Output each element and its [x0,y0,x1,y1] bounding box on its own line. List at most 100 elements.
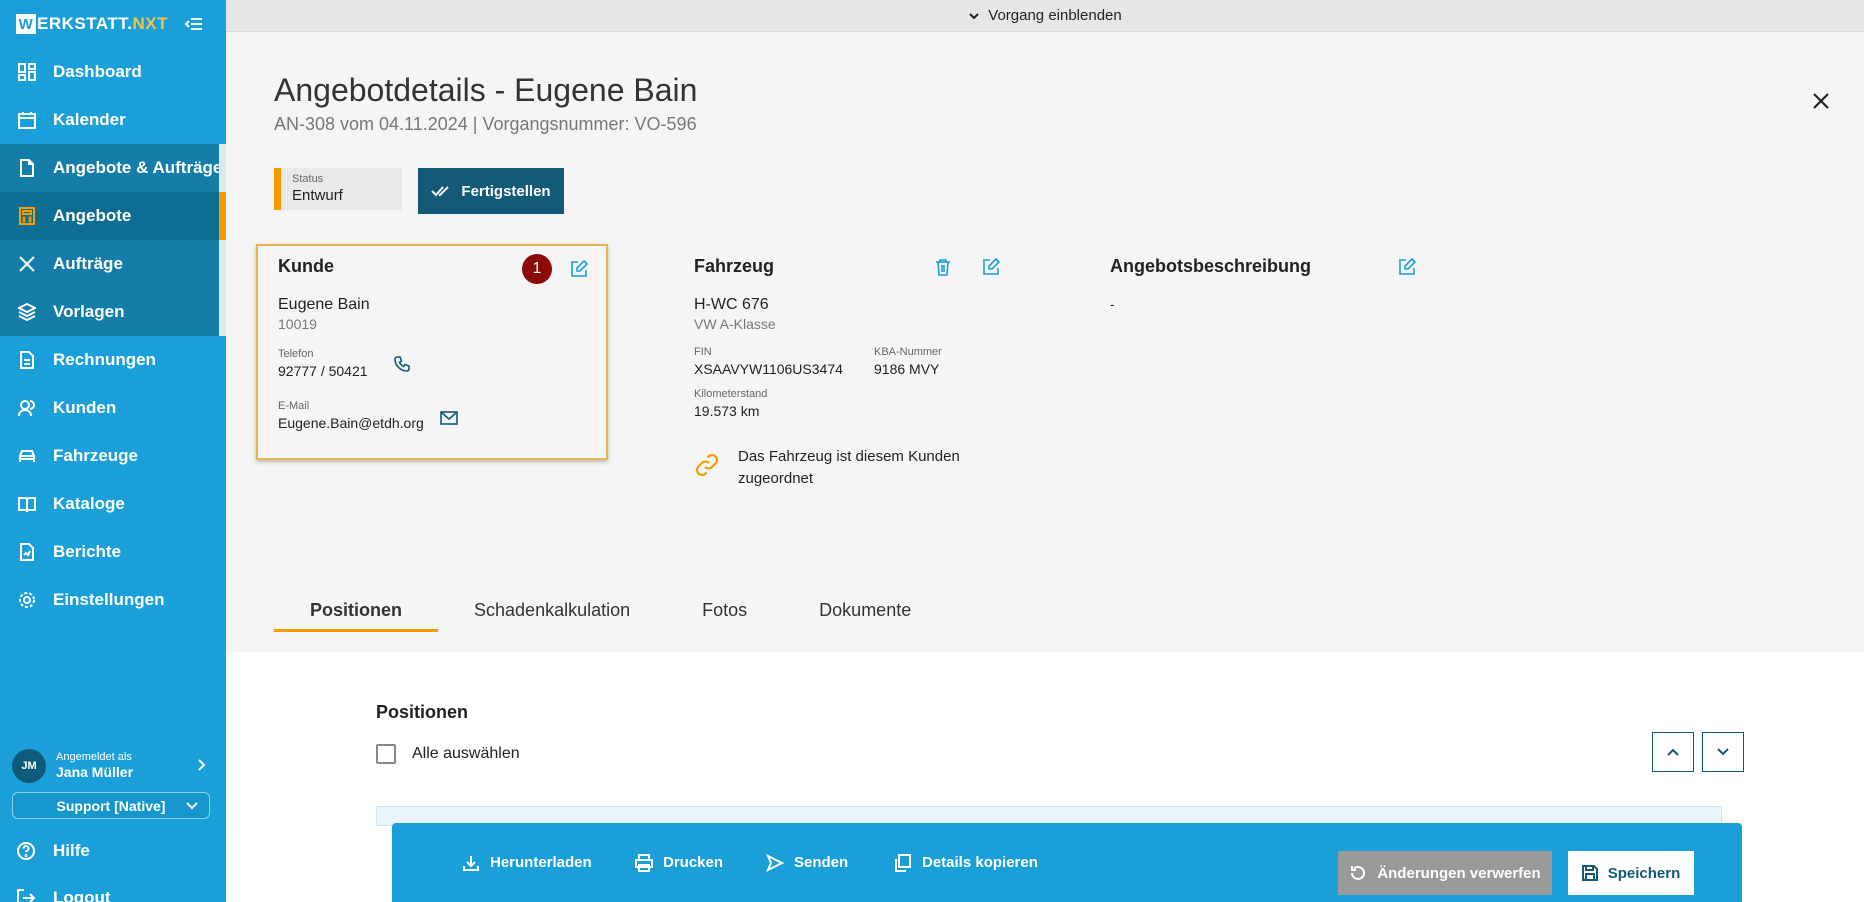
avatar: JM [12,749,46,783]
logo[interactable]: W ERKSTATT. NXT [16,14,168,34]
tab-bar: Positionen Schadenkalkulation Fotos Doku… [274,596,947,632]
customer-number: 10019 [278,316,317,332]
sidebar-item-fahrzeuge[interactable]: Fahrzeuge [0,432,226,480]
calculator-icon [18,207,36,225]
discard-changes-button[interactable]: Änderungen verwerfen [1338,851,1552,895]
copy-details-button[interactable]: Details kopieren [894,823,1038,902]
vehicle-card: Fahrzeug H-WC 676 VW A-Klasse FIN XSAAVY… [694,244,1000,487]
double-check-icon [431,186,450,197]
send-button[interactable]: Senden [766,823,848,902]
user-menu[interactable]: JM Angemeldet als Jana Müller [12,748,212,784]
invoice-icon [18,351,36,369]
sidebar-item-label: Dashboard [53,62,142,81]
finish-button[interactable]: Fertigstellen [418,168,564,214]
sidebar-item-berichte[interactable]: Berichte [0,528,226,576]
expand-all-button[interactable] [1702,732,1744,772]
sidebar-item-angebote[interactable]: Angebote [0,192,226,240]
save-label: Speichern [1607,864,1681,882]
sidebar-item-kataloge[interactable]: Kataloge [0,480,226,528]
sidebar-item-label: Berichte [53,542,122,561]
edit-icon[interactable] [570,260,588,278]
trash-icon[interactable] [934,258,952,276]
car-icon [18,447,36,465]
discard-label: Änderungen verwerfen [1377,864,1541,882]
support-select[interactable]: Support [Native] [12,792,210,819]
sidebar-item-rechnungen[interactable]: Rechnungen [0,336,226,384]
sidebar-item-label: Rechnungen [53,350,156,369]
help-link[interactable]: Hilfe [0,831,226,871]
phone-icon[interactable] [394,356,410,372]
description-card: Angebotsbeschreibung - [1110,244,1430,324]
action-bar: Herunterladen Drucken Senden Details kop… [392,823,1742,902]
description-value: - [1110,296,1115,312]
user-info: Angemeldet als Jana Müller [56,751,133,781]
layers-icon [18,303,36,321]
select-all[interactable]: Alle auswählen [376,744,520,764]
sidebar-item-label: Angebote [53,206,132,225]
logout-icon [16,888,36,902]
dashboard-icon [18,63,36,81]
vehicle-kba: 9186 MVY [874,361,940,377]
step-badge: 1 [522,254,552,284]
logged-in-label: Angemeldet als [56,751,132,763]
chevron-up-icon [1667,748,1679,756]
edit-icon[interactable] [982,258,1000,276]
collapse-menu-icon[interactable] [184,14,204,34]
help-label: Hilfe [53,841,90,860]
select-all-label: Alle auswählen [412,745,520,762]
finish-button-label: Fertigstellen [461,182,551,200]
save-button[interactable]: Speichern [1568,851,1694,895]
chevron-down-icon [186,802,198,810]
edit-icon[interactable] [1398,258,1416,276]
sidebar-item-kalender[interactable]: Kalender [0,96,226,144]
sidebar-item-vorlagen[interactable]: Vorlagen [0,288,226,336]
close-icon[interactable] [1810,90,1832,112]
gear-icon [18,591,36,609]
vehicle-model: VW A-Klasse [694,316,776,332]
print-button[interactable]: Drucken [635,823,723,902]
sidebar-item-label: Fahrzeuge [53,446,139,465]
collapse-all-button[interactable] [1652,732,1694,772]
sidebar-nav: Dashboard Kalender Angebote & Aufträge A… [0,48,226,624]
copy-icon [894,853,912,872]
link-icon [695,453,719,477]
sidebar-item-dashboard[interactable]: Dashboard [0,48,226,96]
user-name: Jana Müller [56,764,134,781]
mail-icon[interactable] [440,410,458,426]
sidebar-item-angebote-auftraege[interactable]: Angebote & Aufträge [0,144,226,192]
tab-positionen[interactable]: Positionen [274,596,439,632]
sidebar-item-auftraege[interactable]: Aufträge [0,240,226,288]
chevron-right-icon [198,759,206,771]
logo-nxt: NXT [132,14,168,33]
document-icon [18,159,36,177]
tab-fotos[interactable]: Fotos [666,596,783,632]
tab-dokumente[interactable]: Dokumente [783,596,947,632]
chevron-down-icon [969,12,979,19]
customer-email: Eugene.Bain@etdh.org [278,415,424,431]
sidebar-item-label: Kataloge [53,494,125,513]
vehicle-link-note: Das Fahrzeug ist diesem Kunden zugeordne… [738,446,960,490]
chevron-down-icon [1717,748,1729,756]
fin-label: FIN [694,346,712,358]
sidebar-item-einstellungen[interactable]: Einstellungen [0,576,226,624]
print-label: Drucken [663,854,724,871]
vehicle-card-title: Fahrzeug [694,256,775,276]
logout-label: Logout [53,888,111,902]
send-label: Senden [794,854,849,871]
save-icon [1581,865,1598,881]
sidebar-item-kunden[interactable]: Kunden [0,384,226,432]
customer-card: Kunde 1 Eugene Bain 10019 Telefon 92777 … [256,244,608,460]
logo-w: W [16,14,36,34]
select-all-checkbox[interactable] [376,744,396,764]
customer-phone: 92777 / 50421 [278,363,368,379]
book-icon [18,495,36,513]
logout-link[interactable]: Logout [0,878,226,902]
status-badge: Status Entwurf [274,168,402,210]
copy-details-label: Details kopieren [922,854,1038,871]
status-label: Status [292,173,324,185]
phone-label: Telefon [278,348,314,360]
vorgang-toggle[interactable]: Vorgang einblenden [226,0,1864,32]
tab-schadenkalkulation[interactable]: Schadenkalkulation [438,596,666,632]
download-button[interactable]: Herunterladen [462,823,592,902]
vehicle-link-note-line2: zugeordnet [738,470,814,487]
